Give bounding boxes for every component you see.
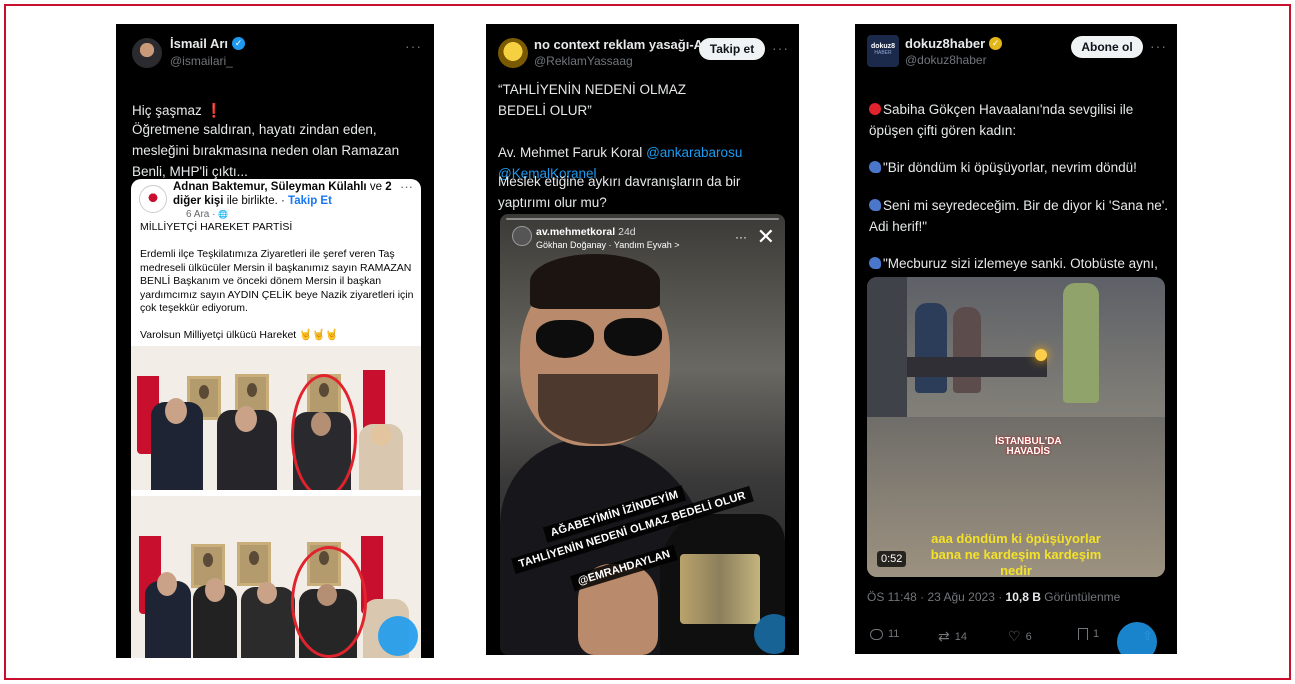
- tweet-card-dokuz8haber[interactable]: dokuz8 HABER dokuz8haber ✓ @dokuz8haber …: [855, 24, 1177, 654]
- fb-avatar[interactable]: [139, 185, 167, 213]
- tweet-text-body: Öğretmene saldıran, hayatı zindan eden, …: [132, 122, 400, 179]
- man-hair: [530, 254, 660, 309]
- bookmark-button[interactable]: 1: [1078, 628, 1099, 640]
- video-player[interactable]: İSTANBUL'DA HAVADİS aaa döndüm ki öpüşüy…: [867, 277, 1165, 577]
- highlight-circle: [291, 374, 357, 490]
- quote-text: “TAHLİYENİN NEDENİ OLMAZ BEDELİ OLUR”: [498, 82, 687, 118]
- subscribe-button[interactable]: Abone ol: [1071, 36, 1143, 58]
- story-username[interactable]: av.mehmetkoral 24d: [536, 226, 636, 238]
- logo-text: dokuz8: [870, 43, 896, 50]
- logo-text: HABER: [874, 50, 892, 56]
- instagram-story-image[interactable]: av.mehmetkoral 24d Gökhan Doğanay · Yand…: [500, 214, 785, 655]
- like-button[interactable]: ♡ 6: [1008, 628, 1032, 645]
- fb-follow-link[interactable]: Takip Et: [288, 195, 332, 207]
- tweet-paragraph-3: Seni mi seyredeceğim. Bir de diyor ki 'S…: [869, 198, 1169, 234]
- retweet-button[interactable]: ⇄ 14: [938, 628, 967, 645]
- person-head: [371, 424, 391, 446]
- beard: [538, 374, 658, 444]
- heart-icon: ♡: [1008, 628, 1021, 644]
- tweet-paragraph-2: "Bir döndüm ki öpüşüyorlar, nevrim döndü…: [869, 136, 1169, 178]
- sunglasses: [604, 318, 662, 356]
- video-duration: 0:52: [877, 551, 907, 567]
- highlight-circle: [291, 546, 367, 658]
- sunglasses: [536, 320, 594, 358]
- question-text: Meslek etiğine aykırı davranışların da b…: [498, 174, 741, 210]
- tweet-card-ismail-ari[interactable]: İsmail Arı ✓ @ismailari_ ··· Hiç şaşmaz …: [116, 24, 434, 658]
- video-scene-person: [1063, 283, 1099, 403]
- fb-post-date: 6 Ara · 🌐: [186, 209, 229, 220]
- person-head: [157, 572, 177, 596]
- video-scene-light: [1035, 349, 1047, 361]
- more-options-icon[interactable]: ···: [772, 40, 789, 56]
- bookmark-icon: [1078, 628, 1088, 640]
- globe-icon: 🌐: [218, 210, 229, 219]
- exclamation-icon: ❗: [205, 103, 223, 118]
- reply-icon: [870, 628, 883, 640]
- speaking-head-icon: [869, 257, 881, 269]
- group-photo-1[interactable]: [131, 346, 421, 490]
- fb-more-icon[interactable]: ···: [400, 179, 413, 194]
- more-options-icon[interactable]: ···: [405, 38, 422, 54]
- chat-bubble-icon[interactable]: [1117, 622, 1157, 654]
- story-avatar[interactable]: [512, 226, 532, 246]
- story-music: Gökhan Doğanay · Yandım Eyvah >: [536, 240, 680, 250]
- verified-badge-icon: ✓: [989, 37, 1003, 50]
- retweet-icon: ⇄: [938, 628, 950, 644]
- video-subtitle: aaa döndüm ki öpüşüyorlar bana ne kardeş…: [930, 531, 1102, 577]
- tweet-text: Hiç şaşmaz ❗: [132, 103, 223, 118]
- cash-stacks: [680, 554, 760, 624]
- speaking-head-icon: [869, 199, 881, 211]
- close-icon[interactable]: ✕: [757, 226, 775, 248]
- author-handle[interactable]: @ismailari_: [170, 54, 233, 68]
- person-head: [235, 406, 257, 432]
- author-handle[interactable]: @dokuz8haber: [905, 53, 987, 67]
- verified-badge-icon: ✓: [232, 37, 246, 50]
- reply-button[interactable]: 11: [870, 628, 899, 640]
- fb-post-header: Adnan Baktemur, Süleyman Külahlı ve 2 di…: [173, 181, 392, 207]
- author-handle[interactable]: @ReklamYassaag: [534, 54, 633, 68]
- author-name[interactable]: dokuz8haber ✓: [905, 36, 1003, 51]
- red-circle-icon: [869, 103, 881, 115]
- story-more-icon[interactable]: ···: [735, 230, 747, 244]
- fb-post-body: MİLLİYETÇİ HAREKET PARTİSİ Erdemli ilçe …: [140, 221, 414, 341]
- wall-portrait: [237, 542, 271, 586]
- video-scene-bench: [907, 357, 1047, 377]
- tweet-meta: ÖS 11:48 · 23 Ağu 2023 · 10,8 B Görüntül…: [867, 590, 1121, 604]
- video-watermark: İSTANBUL'DA HAVADİS: [995, 436, 1062, 457]
- person-head: [165, 398, 187, 424]
- person-head: [257, 582, 277, 604]
- more-options-icon[interactable]: ···: [1150, 38, 1167, 54]
- follow-button[interactable]: Takip et: [699, 38, 765, 60]
- author-name[interactable]: İsmail Arı ✓: [170, 36, 246, 51]
- video-scene-person: [915, 303, 947, 393]
- avatar[interactable]: [132, 38, 162, 68]
- tweet-card-reklam[interactable]: no context reklam yasağı-Av... @ReklamYa…: [486, 24, 799, 655]
- author-name[interactable]: no context reklam yasağı-Av...: [534, 37, 720, 52]
- tweet-paragraph-1: Sabiha Gökçen Havaalanı'nda sevgilisi il…: [869, 102, 1134, 138]
- avatar[interactable]: dokuz8 HABER: [867, 35, 899, 67]
- speaking-head-icon: [869, 161, 881, 173]
- avatar[interactable]: [498, 38, 528, 68]
- person-head: [205, 578, 225, 602]
- chat-bubble-icon[interactable]: [378, 616, 418, 656]
- story-progress-bar: [506, 218, 779, 220]
- video-scene-person: [953, 307, 981, 393]
